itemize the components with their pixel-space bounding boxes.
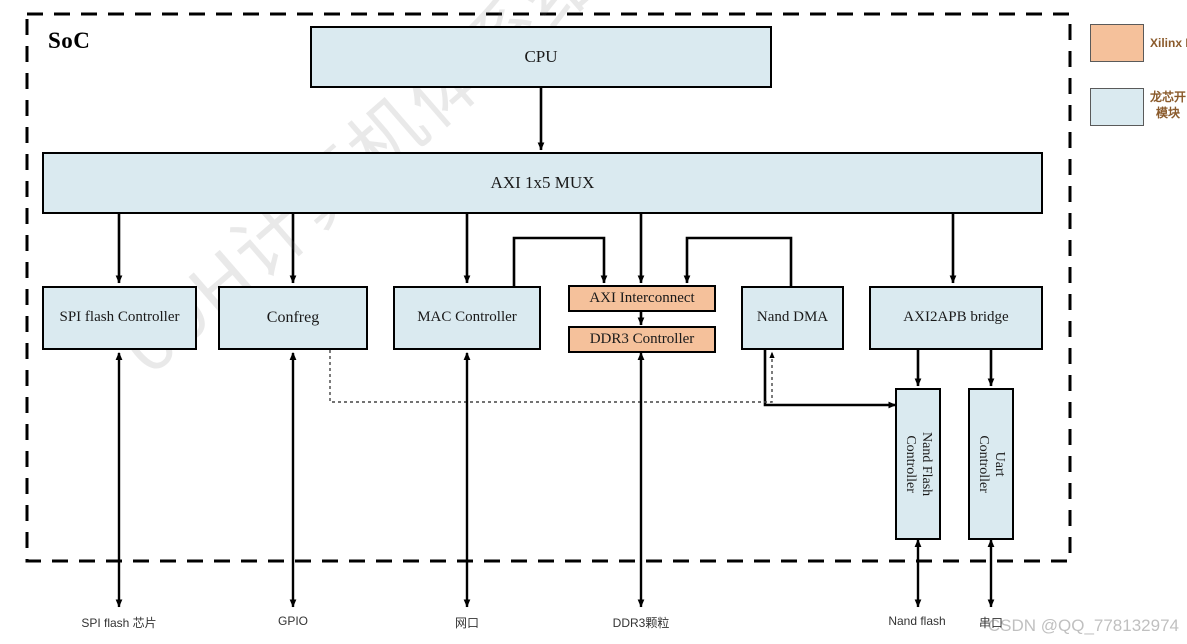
external-label-gpio: GPIO	[277, 614, 309, 628]
legend-label-loongson-open-module: 龙芯开 模块	[1150, 90, 1187, 121]
block-uart-controller-label: Uart Controller	[976, 435, 1008, 493]
block-cpu[interactable]: CPU	[310, 26, 772, 88]
block-axi-mux-label: AXI 1x5 MUX	[490, 173, 595, 193]
soc-block-diagram: 09H计算机体系结构课程 SoC CPU AXI 1x5 MUX SPI fla…	[0, 0, 1187, 644]
legend-swatch-xilinx-ip	[1090, 24, 1144, 62]
block-axi2apb-bridge[interactable]: AXI2APB bridge	[869, 286, 1043, 350]
block-mac-controller[interactable]: MAC Controller	[393, 286, 541, 350]
external-label-nand-flash: Nand flash	[888, 614, 946, 628]
block-cpu-label: CPU	[524, 47, 558, 67]
block-axi-mux[interactable]: AXI 1x5 MUX	[42, 152, 1043, 214]
external-label-ddr3-die: DDR3颗粒	[612, 616, 670, 630]
block-axi-interconnect[interactable]: AXI Interconnect	[568, 285, 716, 312]
block-axi2apb-bridge-label: AXI2APB bridge	[903, 309, 1009, 326]
block-nand-flash-controller-label: Nand Flash Controller	[903, 431, 935, 497]
external-label-spi-flash-chip: SPI flash 芯片	[81, 616, 157, 630]
block-ddr3-controller-label: DDR3 Controller	[589, 330, 695, 347]
external-label-serial-port: 串口	[978, 616, 1004, 630]
block-spi-flash-controller[interactable]: SPI flash Controller	[42, 286, 197, 350]
block-confreg-label: Confreg	[266, 308, 320, 326]
block-nand-dma[interactable]: Nand DMA	[741, 286, 844, 350]
block-ddr3-controller[interactable]: DDR3 Controller	[568, 326, 716, 353]
legend-swatch-loongson-open-module	[1090, 88, 1144, 126]
legend-label-xilinx-ip: Xilinx I	[1150, 36, 1187, 50]
block-uart-controller[interactable]: Uart Controller	[968, 388, 1014, 540]
block-nand-flash-controller[interactable]: Nand Flash Controller	[895, 388, 941, 540]
block-mac-controller-label: MAC Controller	[417, 309, 517, 326]
block-axi-interconnect-label: AXI Interconnect	[589, 289, 695, 306]
page-title: SoC	[48, 28, 91, 53]
block-nand-dma-label: Nand DMA	[756, 309, 829, 326]
block-spi-flash-controller-label: SPI flash Controller	[59, 309, 180, 326]
block-confreg[interactable]: Confreg	[218, 286, 368, 350]
external-label-network-port: 网口	[454, 616, 480, 630]
